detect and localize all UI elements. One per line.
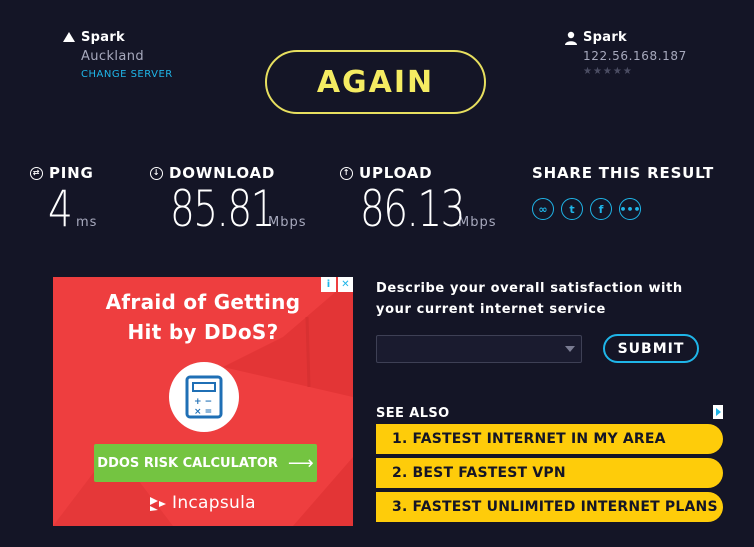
adchoices-icon[interactable] (713, 405, 723, 419)
link-icon[interactable]: ∞ (532, 198, 554, 220)
svg-text:+ −: + − (194, 397, 212, 407)
ddos-calculator-button[interactable]: DDOS RISK CALCULATOR ⟶ (94, 444, 317, 482)
change-server-link[interactable]: CHANGE SERVER (81, 69, 173, 80)
isp-rating-stars[interactable]: ★★★★★ (583, 66, 687, 77)
client-ip: 122.56.168.187 (583, 49, 687, 63)
see-also-link[interactable]: 2. BEST FASTEST VPN (376, 458, 723, 488)
download-icon: ↓ (150, 166, 163, 180)
upload-icon: ↑ (340, 166, 353, 180)
see-also-section: SEE ALSO 1. FASTEST INTERNET IN MY AREA … (376, 404, 723, 526)
chevron-down-icon (565, 346, 575, 352)
satisfaction-question: Describe your overall satisfaction with … (376, 281, 683, 318)
user-icon (565, 31, 577, 45)
download-unit: Mbps (268, 215, 307, 230)
more-icon[interactable]: ••• (619, 198, 641, 220)
share-label: SHARE THIS RESULT (532, 164, 715, 182)
ddos-advertisement[interactable]: i ✕ Afraid of Getting Hit by DDoS? + − ×… (53, 277, 353, 526)
facebook-icon[interactable]: f (590, 198, 612, 220)
incapsula-logo: Incapsula (149, 493, 256, 513)
upload-value: 86.13 (360, 180, 465, 238)
see-also-title: SEE ALSO (376, 406, 450, 421)
see-also-link[interactable]: 1. FASTEST INTERNET IN MY AREA (376, 424, 723, 454)
globe-icon (63, 32, 75, 42)
ad-headline-line1: Afraid of Getting (105, 290, 301, 314)
arrow-right-icon: ⟶ (287, 452, 314, 474)
share-section: SHARE THIS RESULT ∞ t f ••• (532, 164, 714, 220)
incapsula-icon (150, 497, 166, 511)
download-value: 85.81 (170, 180, 275, 238)
ping-icon: ⇄ (30, 166, 43, 180)
server-city: Auckland (81, 49, 145, 64)
server-provider: Spark (81, 30, 125, 45)
ping-value: 4 (48, 180, 73, 238)
server-info: Spark Auckland CHANGE SERVER (62, 30, 173, 80)
again-button[interactable]: AGAIN (265, 50, 486, 114)
submit-button[interactable]: SUBMIT (603, 334, 699, 363)
svg-text:× =: × = (194, 407, 212, 417)
ping-result: ⇄ PING 4 ms (30, 164, 97, 234)
ad-headline-line2: Hit by DDoS? (127, 320, 279, 344)
calculator-icon: + − × = (169, 362, 239, 432)
ping-unit: ms (76, 215, 98, 230)
upload-unit: Mbps (458, 215, 497, 230)
ad-cta-label: DDOS RISK CALCULATOR (97, 455, 278, 471)
download-result: ↓ DOWNLOAD 85.81 Mbps (150, 164, 307, 234)
ad-brand: Incapsula (172, 493, 256, 513)
upload-result: ↑ UPLOAD 86.13 Mbps (340, 164, 497, 234)
satisfaction-select[interactable] (376, 335, 582, 363)
twitter-icon[interactable]: t (561, 198, 583, 220)
client-isp: Spark (583, 30, 627, 45)
client-info: Spark 122.56.168.187 ★★★★★ (564, 30, 687, 77)
see-also-link[interactable]: 3. FASTEST UNLIMITED INTERNET PLANS (376, 492, 723, 522)
